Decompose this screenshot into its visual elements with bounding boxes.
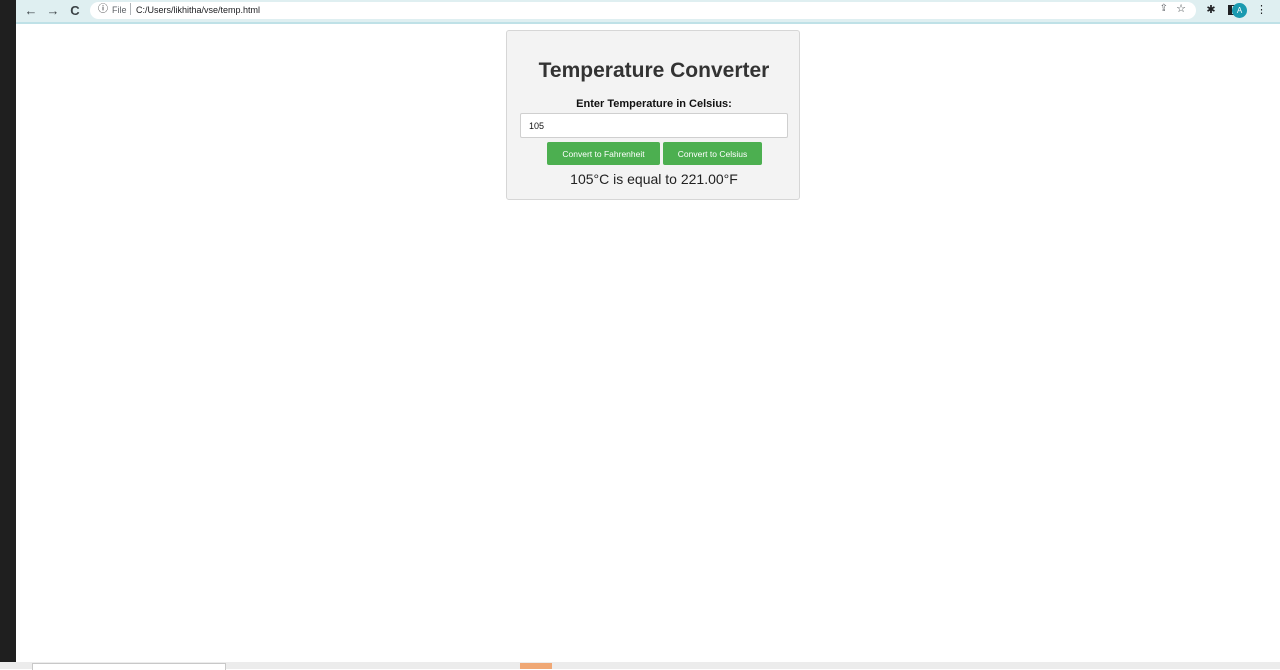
url-text[interactable]: C:/Users/likhitha/vse/temp.html xyxy=(136,5,260,15)
url-divider xyxy=(130,3,131,15)
extensions-icon[interactable]: ✱ xyxy=(1204,3,1218,17)
conversion-result: 105°C is equal to 221.00°F xyxy=(570,171,738,187)
convert-to-fahrenheit-button[interactable]: Convert to Fahrenheit xyxy=(547,142,660,165)
page-title: Temperature Converter xyxy=(538,59,770,82)
back-icon[interactable]: ← xyxy=(22,2,40,20)
left-window-edge xyxy=(0,0,16,669)
celsius-input-label: Enter Temperature in Celsius: xyxy=(576,98,732,110)
address-bar[interactable]: ⓘ File C:/Users/likhitha/vse/temp.html ⇪… xyxy=(90,2,1196,19)
taskbar xyxy=(0,662,1280,670)
convert-to-celsius-button[interactable]: Convert to Celsius xyxy=(663,142,762,165)
profile-avatar[interactable]: A xyxy=(1232,3,1247,18)
url-scheme: File xyxy=(112,5,127,15)
menu-kebab-icon[interactable]: ⋮ xyxy=(1256,3,1267,16)
taskbar-app-button[interactable] xyxy=(520,663,552,669)
share-icon[interactable]: ⇪ xyxy=(1160,3,1168,14)
forward-icon[interactable]: → xyxy=(44,2,62,20)
browser-toolbar: ← → C ⓘ File C:/Users/likhitha/vse/temp.… xyxy=(16,0,1280,24)
site-info-icon[interactable]: ⓘ xyxy=(96,3,110,17)
reload-icon[interactable]: C xyxy=(66,2,84,20)
temperature-input[interactable] xyxy=(520,113,788,138)
converter-card: Temperature Converter Enter Temperature … xyxy=(506,30,800,200)
bookmark-star-icon[interactable]: ☆ xyxy=(1176,2,1186,15)
